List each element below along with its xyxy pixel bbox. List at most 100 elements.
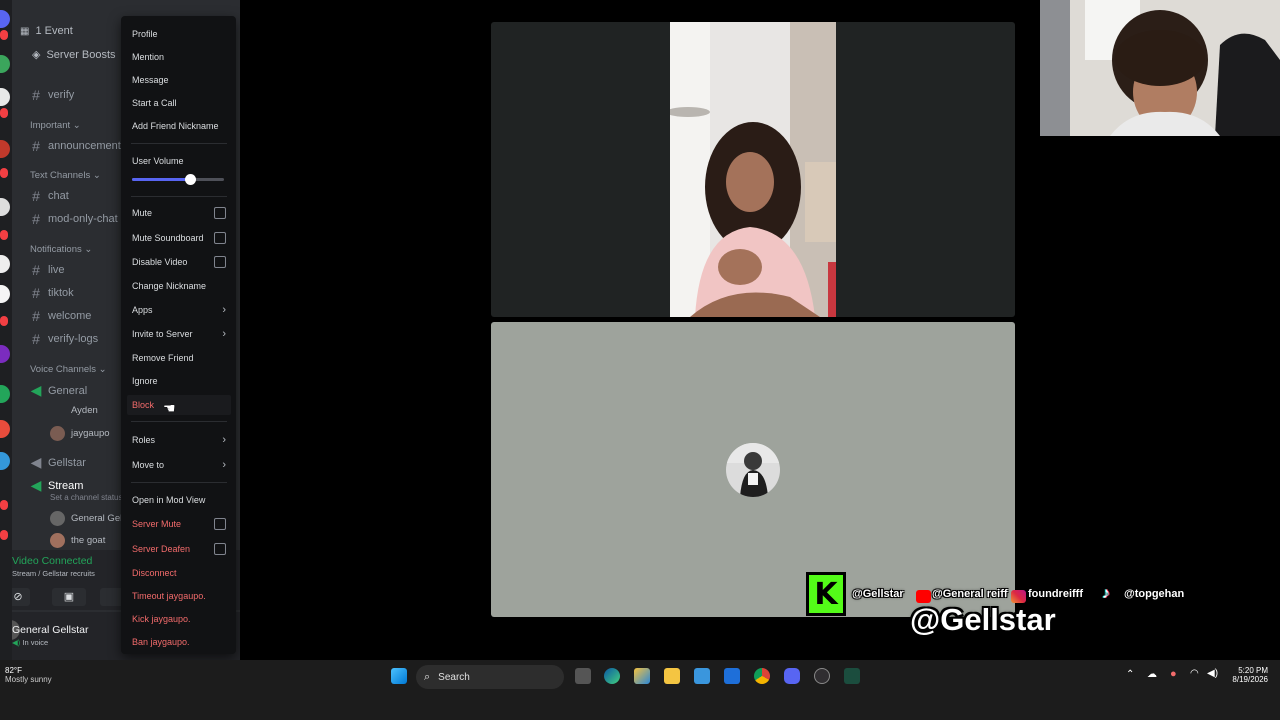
menu-item-roles[interactable]: Roles › <box>127 430 231 450</box>
microphone-icon[interactable]: ● <box>1170 668 1177 680</box>
menu-item-mention[interactable]: Mention <box>127 47 231 67</box>
disable-video-checkbox[interactable] <box>214 256 226 268</box>
channel-mod-only-chat[interactable]: # mod-only-chat <box>30 211 118 227</box>
menu-item-invite-to-server[interactable]: Invite to Server › <box>127 324 231 344</box>
file-explorer-icon[interactable] <box>664 668 680 684</box>
clock-time: 5:20 PM <box>1238 666 1268 675</box>
menu-item-server-deafen[interactable]: Server Deafen <box>127 539 231 559</box>
copilot-icon[interactable] <box>634 668 650 684</box>
camera-off-icon[interactable]: ⊘ <box>12 588 30 606</box>
channel-welcome[interactable]: # welcome <box>30 308 91 324</box>
menu-item-mute-soundboard[interactable]: Mute Soundboard <box>127 228 231 248</box>
channel-tiktok[interactable]: # tiktok <box>30 285 74 301</box>
mute-soundboard-checkbox[interactable] <box>214 232 226 244</box>
clock[interactable]: 5:20 PM 8/19/2026 <box>1228 666 1268 684</box>
clock-date: 8/19/2026 <box>1232 675 1268 684</box>
screen-share-icon[interactable]: ▣ <box>52 588 86 606</box>
edge-icon[interactable] <box>604 668 620 684</box>
menu-item-message[interactable]: Message <box>127 70 231 90</box>
participant-video-frame <box>670 22 836 317</box>
chevron-down-icon: ⌄ <box>98 364 107 375</box>
hash-icon: # <box>32 211 40 227</box>
search-icon: ⌕ <box>424 670 431 683</box>
server-icon[interactable] <box>0 198 10 216</box>
chevron-right-icon: › <box>222 304 226 316</box>
mute-checkbox[interactable] <box>214 207 226 219</box>
events-item[interactable]: ▦ 1 Event <box>20 25 73 37</box>
volume-icon[interactable]: ◀) <box>1207 668 1218 679</box>
menu-item-mute[interactable]: Mute <box>127 203 231 223</box>
server-boosts-item[interactable]: ◈ Server Boosts <box>32 48 116 62</box>
channel-live[interactable]: # live <box>30 262 64 278</box>
menu-divider <box>131 482 227 483</box>
server-icon[interactable] <box>0 10 10 28</box>
app-icon[interactable] <box>844 668 860 684</box>
server-deafen-checkbox[interactable] <box>214 543 226 555</box>
taskbar-search[interactable]: ⌕ Search <box>416 665 564 689</box>
weather-widget[interactable]: 82°F Mostly sunny <box>5 666 52 684</box>
category-important[interactable]: Important ⌄ <box>30 120 81 131</box>
server-icon[interactable] <box>0 345 10 363</box>
channel-announcements[interactable]: # announcements <box>30 138 126 154</box>
category-voice-channels[interactable]: Voice Channels ⌄ <box>30 364 107 375</box>
menu-item-ban[interactable]: Ban jaygaupo. <box>127 632 231 652</box>
server-icon[interactable] <box>0 88 10 106</box>
voice-status-subtitle[interactable]: Stream / Gellstar recruits <box>12 569 95 578</box>
menu-item-start-call[interactable]: Start a Call <box>127 93 231 113</box>
menu-item-profile[interactable]: Profile <box>127 24 231 44</box>
kick-logo-icon: K <box>806 572 846 616</box>
menu-item-change-nickname[interactable]: Change Nickname <box>127 276 231 296</box>
channel-verify-logs[interactable]: # verify-logs <box>30 331 98 347</box>
channel-chat[interactable]: # chat <box>30 188 69 204</box>
voice-member[interactable]: Ayden <box>71 405 98 416</box>
menu-item-ignore[interactable]: Ignore <box>127 371 231 391</box>
voice-member[interactable]: General Gel <box>50 511 122 526</box>
menu-item-add-friend-nickname[interactable]: Add Friend Nickname <box>127 116 231 136</box>
discord-icon[interactable] <box>784 668 800 684</box>
server-icon[interactable] <box>0 140 10 158</box>
menu-item-move-to[interactable]: Move to › <box>127 455 231 475</box>
menu-item-timeout[interactable]: Timeout jaygaupo. <box>127 586 231 606</box>
cloud-icon[interactable]: ☁ <box>1147 669 1157 680</box>
video-tile[interactable] <box>491 22 1015 317</box>
wifi-icon[interactable]: ◠ <box>1190 668 1199 679</box>
server-icon[interactable] <box>0 452 10 470</box>
chevron-down-icon: ⌄ <box>92 170 101 181</box>
category-notifications[interactable]: Notifications ⌄ <box>30 244 92 255</box>
chevron-down-icon: ⌄ <box>84 244 93 255</box>
voice-channel-gellstar[interactable]: ◀ Gellstar <box>30 454 86 471</box>
menu-item-remove-friend[interactable]: Remove Friend <box>127 348 231 368</box>
server-icon[interactable] <box>0 255 10 273</box>
server-icon[interactable] <box>0 420 10 438</box>
server-icon[interactable] <box>0 385 10 403</box>
voice-channel-stream[interactable]: ◀ Stream <box>30 477 84 494</box>
voice-channel-general[interactable]: ◀ General <box>30 382 88 399</box>
menu-item-disable-video[interactable]: Disable Video <box>127 252 231 272</box>
menu-item-kick[interactable]: Kick jaygaupo. <box>127 609 231 629</box>
task-view-icon[interactable] <box>575 668 591 684</box>
user-volume-handle[interactable] <box>184 174 196 185</box>
user-volume-slider[interactable] <box>132 174 224 185</box>
menu-item-open-mod-view[interactable]: Open in Mod View <box>127 490 231 510</box>
menu-item-server-mute[interactable]: Server Mute <box>127 514 231 534</box>
chevron-up-icon[interactable]: ⌃ <box>1126 669 1134 680</box>
server-mute-checkbox[interactable] <box>214 518 226 530</box>
channel-verify[interactable]: # verify <box>30 87 74 103</box>
channel-status[interactable]: Set a channel status <box>50 493 123 502</box>
server-icon[interactable] <box>0 285 10 303</box>
voice-member[interactable]: the goat <box>50 533 105 548</box>
voice-status-title[interactable]: Video Connected <box>12 555 92 567</box>
windows-start-icon[interactable] <box>391 668 407 684</box>
category-text-channels[interactable]: Text Channels ⌄ <box>30 170 101 181</box>
obs-icon[interactable] <box>814 668 830 684</box>
speaker-icon: ◀ <box>30 477 42 493</box>
chrome-icon[interactable] <box>754 668 770 684</box>
menu-item-apps[interactable]: Apps › <box>127 300 231 320</box>
server-icon[interactable] <box>0 55 10 73</box>
voice-member[interactable]: jaygaupo <box>50 426 110 441</box>
store-icon[interactable] <box>694 668 710 684</box>
mail-icon[interactable] <box>724 668 740 684</box>
menu-item-disconnect[interactable]: Disconnect <box>127 563 231 583</box>
streamer-webcam <box>1040 0 1280 136</box>
menu-item-block[interactable]: Block <box>127 395 231 415</box>
